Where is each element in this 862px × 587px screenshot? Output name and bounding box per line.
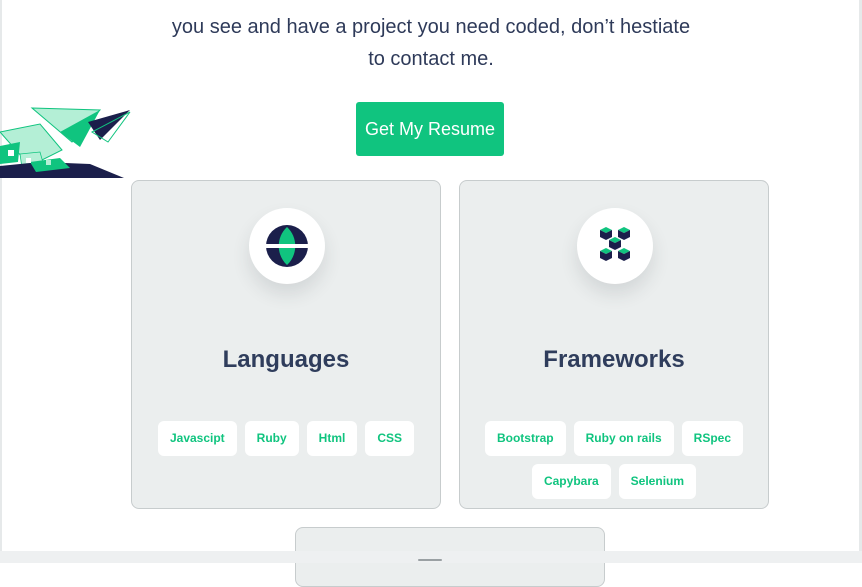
skill-tag: Bootstrap <box>484 421 566 456</box>
skill-tag: Selenium <box>618 464 697 499</box>
bottom-scroll-bar[interactable] <box>0 551 862 563</box>
intro-text-line-1: you see and have a project you need code… <box>171 16 691 38</box>
skill-tag: Html <box>306 421 358 456</box>
tag-list: Bootstrap Ruby on rails RSpec Capybara S… <box>470 421 758 499</box>
skill-tag: Ruby <box>244 421 299 456</box>
skills-card-languages: Languages Javascipt Ruby Html CSS <box>131 180 441 509</box>
intro-text-line-2: to contact me. <box>368 48 494 70</box>
globe-icon <box>266 225 308 267</box>
get-resume-button[interactable]: Get My Resume <box>356 102 504 156</box>
card-title: Languages <box>222 346 350 373</box>
skill-tag: RSpec <box>681 421 744 456</box>
skill-tag: CSS <box>365 421 415 456</box>
origami-decoration <box>0 107 131 178</box>
window-left-border <box>0 0 2 563</box>
skill-tag: Ruby on rails <box>573 421 674 456</box>
tag-list: Javascipt Ruby Html CSS <box>142 421 430 456</box>
skills-card-frameworks: Frameworks Bootstrap Ruby on rails RSpec… <box>459 180 769 509</box>
cubes-icon <box>600 227 630 261</box>
drag-handle-icon[interactable] <box>418 559 442 561</box>
icon-circle <box>577 208 653 284</box>
skill-tag: Capybara <box>531 464 611 499</box>
skill-tag: Javascipt <box>157 421 237 456</box>
icon-circle <box>249 208 325 284</box>
card-title: Frameworks <box>543 346 685 373</box>
